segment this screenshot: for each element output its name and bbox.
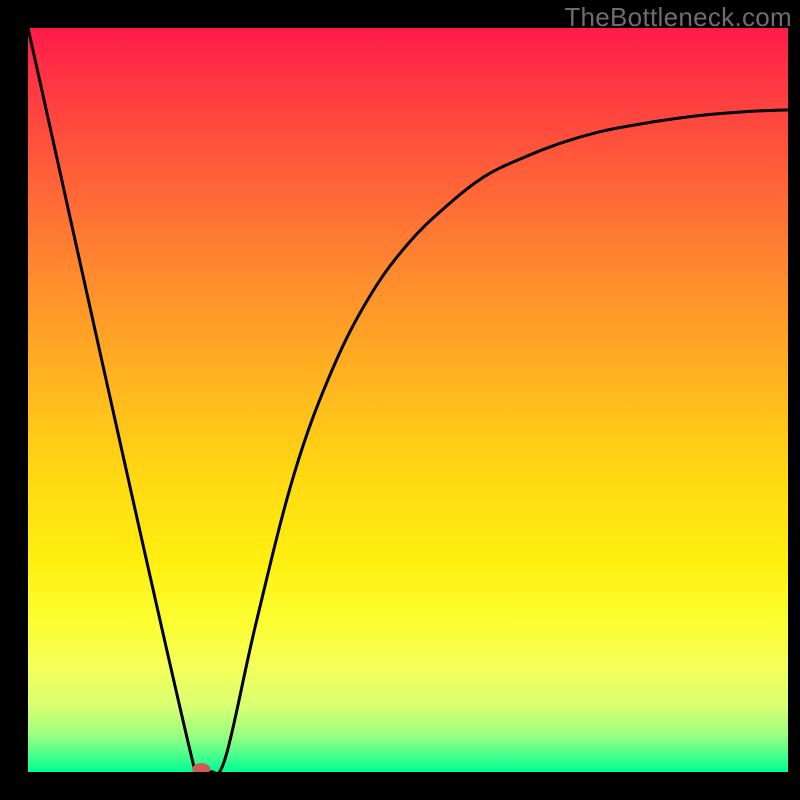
watermark-text: TheBottleneck.com [564, 2, 792, 33]
bottleneck-curve-path [28, 28, 788, 772]
chart-frame: TheBottleneck.com [0, 0, 800, 800]
curve-layer [28, 28, 788, 772]
plot-area [28, 28, 788, 772]
marker-dot [192, 763, 210, 772]
